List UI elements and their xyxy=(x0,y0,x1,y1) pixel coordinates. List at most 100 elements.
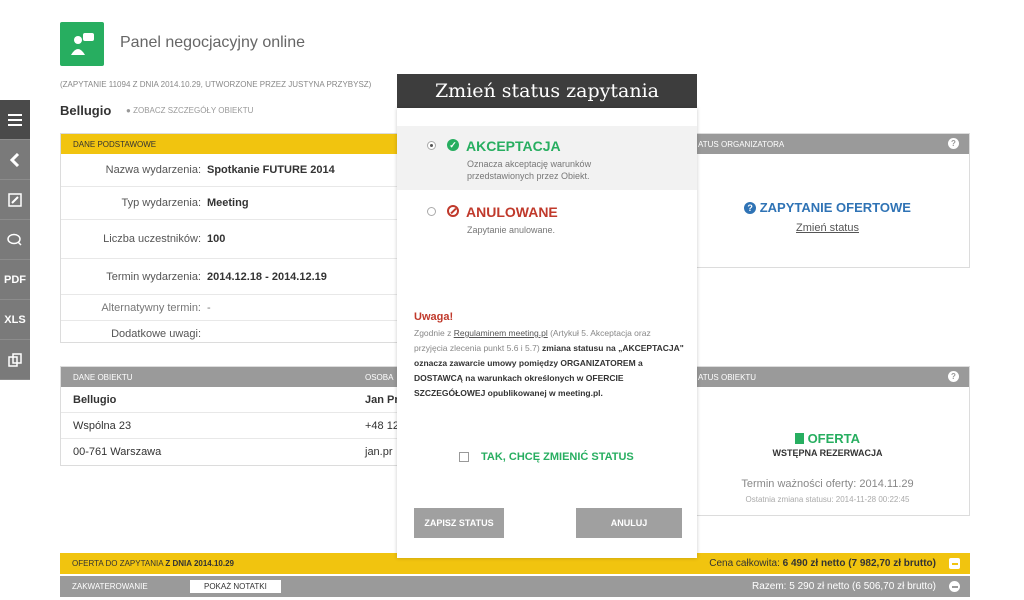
accept-radio[interactable] xyxy=(427,141,436,150)
object-status-header: ATUS OBIEKTU ? xyxy=(686,367,969,387)
data-row: Typ wydarzenia: Meeting xyxy=(61,187,399,220)
confirm-checkbox[interactable] xyxy=(459,452,469,462)
terms-link[interactable]: Regulaminem meeting.pl xyxy=(454,328,548,338)
basic-data-header: DANE PODSTAWOWE xyxy=(61,134,399,154)
help-icon[interactable]: ? xyxy=(948,138,959,149)
field-label: Liczba uczestników: xyxy=(103,233,201,245)
object-data-header: DANE OBIEKTU OSOBA xyxy=(61,367,399,387)
chat-icon xyxy=(7,233,22,246)
contact-person-title: OSOBA xyxy=(365,372,394,382)
object-city: 00-761 Warszawa xyxy=(73,445,162,458)
confirm-checkbox-label[interactable]: TAK, CHCĘ ZMIENIĆ STATUS xyxy=(481,451,634,463)
field-label: Typ wydarzenia: xyxy=(121,197,201,209)
offer-total: Cena całkowita: 6 490 zł netto (7 982,70… xyxy=(709,558,936,569)
field-label: Nazwa wydarzenia: xyxy=(105,164,201,176)
left-toolbar: PDF XLS xyxy=(0,100,30,380)
xls-label: XLS xyxy=(4,313,26,326)
table-row: Bellugio Jan Pr xyxy=(61,387,399,413)
field-label: Alternatywny termin: xyxy=(101,301,201,314)
pdf-label: PDF xyxy=(4,273,26,286)
data-row: Nazwa wydarzenia: Spotkanie FUTURE 2014 xyxy=(61,154,399,187)
app-logo xyxy=(60,22,104,66)
chevron-left-icon xyxy=(10,152,20,167)
accommodation-label: ZAKWATEROWANIE xyxy=(72,582,148,591)
field-value: 100 xyxy=(207,233,226,245)
cancel-desc: Zapytanie anulowane. xyxy=(467,225,556,235)
cancel-radio[interactable] xyxy=(427,207,436,216)
data-row: Alternatywny termin: - xyxy=(61,295,399,321)
accept-desc-1: Oznacza akceptację warunków xyxy=(467,159,592,169)
object-name: Bellugio xyxy=(73,393,117,406)
accept-label: AKCEPTACJA xyxy=(466,138,561,154)
clipboard-icon xyxy=(794,433,804,444)
copy-button[interactable] xyxy=(0,340,30,380)
collapse-offer-button[interactable] xyxy=(949,558,960,569)
organizer-status-header: ATUS ORGANIZATORA ? xyxy=(686,134,969,154)
object-status-title: ATUS OBIEKTU xyxy=(698,372,757,382)
menu-button[interactable] xyxy=(0,100,30,140)
table-row: Wspólna 23 +48 12 xyxy=(61,413,399,439)
object-status-text: OFERTA xyxy=(807,431,861,446)
people-chat-icon xyxy=(71,33,94,55)
field-value: 2014.12.18 - 2014.12.19 xyxy=(207,270,327,283)
object-data-title: DANE OBIEKTU xyxy=(73,372,133,382)
cancel-button[interactable]: ANULUJ xyxy=(576,508,682,538)
object-street: Wspólna 23 xyxy=(73,419,132,432)
edit-button[interactable] xyxy=(0,180,30,220)
option-cancel[interactable]: ANULOWANE Zapytanie anulowane. xyxy=(397,198,697,238)
data-row: Liczba uczestników: 100 xyxy=(61,220,399,259)
ban-icon xyxy=(447,205,459,217)
contact-email: jan.pr xyxy=(365,445,393,458)
save-status-button[interactable]: ZAPISZ STATUS xyxy=(414,508,504,538)
question-circle-icon: ? xyxy=(744,202,757,214)
offer-total-value: 6 490 zł netto (7 982,70 zł brutto) xyxy=(782,558,936,569)
change-status-link[interactable]: Zmień status xyxy=(686,222,969,234)
warning-intro: Zgodnie z xyxy=(414,328,454,338)
field-value: Meeting xyxy=(207,197,249,209)
accept-desc-2: przedstawionych przez Obiekt. xyxy=(467,171,590,181)
field-label: Dodatkowe uwagi: xyxy=(111,328,201,340)
back-button[interactable] xyxy=(0,140,30,180)
offer-total-label: Cena całkowita: xyxy=(709,558,783,569)
object-substatus: WSTĘPNA REZERWACJA xyxy=(772,448,883,458)
hotel-name: Bellugio xyxy=(60,103,112,118)
warning-title: Uwaga! xyxy=(414,311,454,323)
organizer-status-value: ? ZAPYTANIE OFERTOWE xyxy=(686,200,969,215)
accommodation-bar: ZAKWATEROWANIE POKAŻ NOTATKI Razem: 5 29… xyxy=(60,576,970,597)
object-status-value: OFERTA xyxy=(686,431,969,446)
collapse-accommodation-button[interactable] xyxy=(949,581,960,592)
pdf-button[interactable]: PDF xyxy=(0,260,30,300)
cancel-label: ANULOWANE xyxy=(466,204,558,220)
request-meta: (ZAPYTANIE 11094 Z DNIA 2014.10.29, UTWO… xyxy=(60,80,372,89)
warning-text: Zgodnie z Regulaminem meeting.pl (Artyku… xyxy=(414,326,686,401)
field-value: Spotkanie FUTURE 2014 xyxy=(207,164,335,176)
offer-date: Z DNIA 2014.10.29 xyxy=(165,559,234,568)
basic-data-panel: DANE PODSTAWOWE Nazwa wydarzenia: Spotkan… xyxy=(60,133,400,343)
data-row: Termin wydarzenia: 2014.12.18 - 2014.12.1… xyxy=(61,259,399,295)
copy-icon xyxy=(8,352,22,367)
option-accept[interactable]: ✓ AKCEPTACJA Oznacza akceptację warunków… xyxy=(397,126,697,190)
object-details-link[interactable]: ● ZOBACZ SZCZEGÓŁY OBIEKTU xyxy=(126,106,253,115)
show-notes-button[interactable]: POKAŻ NOTATKI xyxy=(190,580,281,593)
change-status-modal: ✓ AKCEPTACJA Oznacza akceptację warunków… xyxy=(397,108,697,558)
help-icon[interactable]: ? xyxy=(948,371,959,382)
offer-label: OFERTA DO ZAPYTANIA xyxy=(72,559,166,568)
organizer-status-text: ZAPYTANIE OFERTOWE xyxy=(759,200,911,215)
modal-title: Zmień status zapytania xyxy=(397,74,697,108)
contact-name: Jan Pr xyxy=(365,393,399,406)
last-status-change: Ostatnia zmiana statusu: 2014-11-28 00:2… xyxy=(745,495,910,504)
field-value: - xyxy=(207,301,211,314)
menu-icon xyxy=(8,113,22,126)
organizer-status-title: ATUS ORGANIZATORA xyxy=(698,139,785,149)
xls-button[interactable]: XLS xyxy=(0,300,30,340)
offer-validity: Termin ważności oferty: 2014.11.29 xyxy=(741,478,914,490)
chat-button[interactable] xyxy=(0,220,30,260)
pin-icon: ● xyxy=(126,106,131,115)
page-title: Panel negocjacyjny online xyxy=(120,34,306,51)
table-row: 00-761 Warszawa jan.pr xyxy=(61,439,399,464)
pencil-icon xyxy=(8,192,22,207)
object-data-panel: DANE OBIEKTU OSOBA Bellugio Jan Pr Wspóln… xyxy=(60,366,400,466)
minus-icon xyxy=(951,562,958,565)
organizer-status-panel: ATUS ORGANIZATORA ? ? ZAPYTANIE OFERTOWE… xyxy=(685,133,970,268)
data-row: Dodatkowe uwagi: xyxy=(61,321,399,347)
